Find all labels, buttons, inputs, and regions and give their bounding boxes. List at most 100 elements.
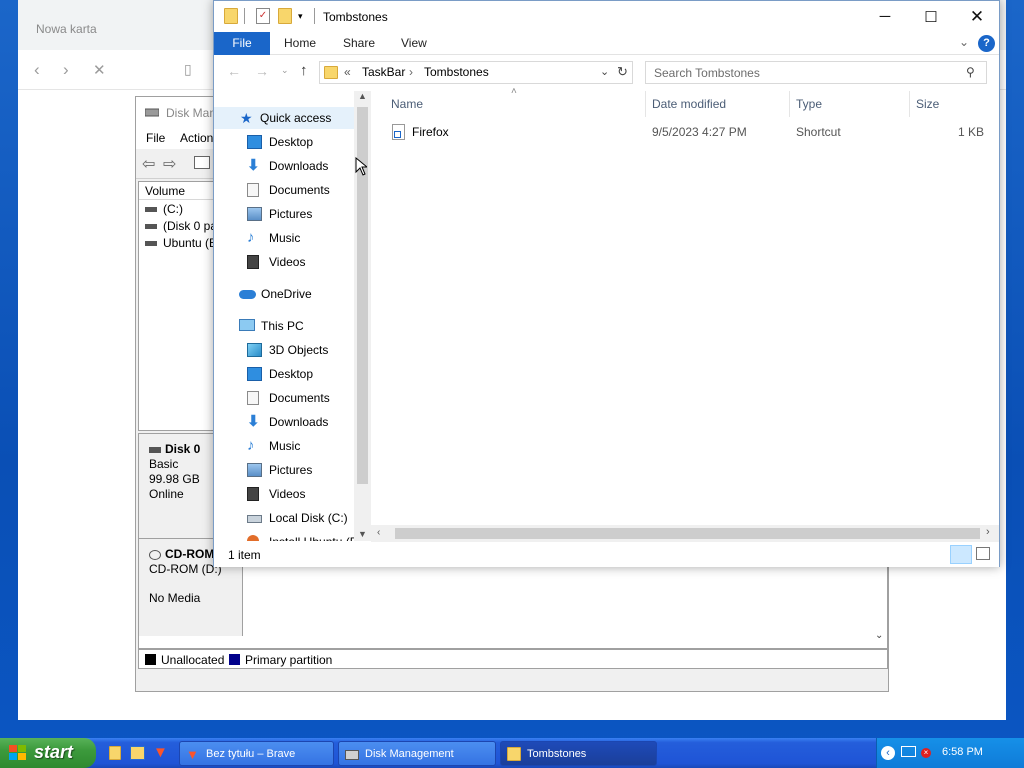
address-bar[interactable]: « TaskBar › Tombstones ⌄ ↻	[319, 61, 633, 84]
new-folder-icon[interactable]	[278, 8, 292, 24]
start-button[interactable]: start	[0, 738, 96, 768]
taskbar-disk-management[interactable]: Disk Management	[338, 741, 496, 766]
menu-action[interactable]: Action	[180, 131, 213, 145]
network-icon[interactable]	[901, 746, 916, 757]
disk-management-title: Disk Man	[166, 106, 217, 120]
properties-icon[interactable]	[194, 156, 210, 169]
minimize-button[interactable]: ─	[862, 1, 908, 32]
help-icon[interactable]: ?	[978, 35, 995, 52]
volume-column-header[interactable]: Volume	[145, 184, 185, 198]
clock[interactable]: 6:58 PM	[942, 746, 983, 758]
drive-icon	[145, 207, 157, 213]
maximize-button[interactable]: ☐	[908, 1, 954, 32]
breadcrumb-taskbar[interactable]: TaskBar	[362, 65, 405, 79]
large-icons-view-icon[interactable]	[976, 547, 990, 560]
file-explorer-window: ✓ ▾ Tombstones ─ ☐ ✕ File Home Share Vie…	[213, 0, 1000, 567]
navigation-pane: ★ Quick access Desktop 📌 ⬇ Downloads 📌 D…	[214, 91, 370, 541]
ribbon-tabs: File Home Share View ⌄ ?	[214, 32, 999, 55]
legend-unallocated: Unallocated	[161, 653, 225, 667]
quick-launch-brave-icon[interactable]: ▼	[153, 744, 168, 761]
refresh-icon[interactable]: ↻	[617, 64, 628, 80]
properties-icon[interactable]: ✓	[256, 8, 270, 24]
address-dropdown-icon[interactable]: ⌄	[600, 65, 609, 78]
videos-icon	[247, 255, 259, 269]
pictures-icon	[247, 207, 262, 221]
tab-share[interactable]: Share	[343, 32, 375, 55]
ubuntu-drive-icon	[247, 535, 259, 541]
column-separator[interactable]	[789, 91, 790, 117]
bookmark-icon[interactable]: ▯	[184, 61, 192, 78]
horizontal-scrollbar[interactable]: ‹ ›	[371, 525, 999, 542]
shortcut-icon	[392, 124, 405, 140]
column-separator[interactable]	[645, 91, 646, 117]
customize-quick-access-icon[interactable]: ▾	[298, 11, 303, 22]
volume-name: Ubuntu (E:	[163, 236, 221, 250]
tab-file[interactable]: File	[214, 32, 270, 55]
folder-icon	[507, 747, 521, 761]
nav-quick-access[interactable]: ★ Quick access	[214, 107, 354, 129]
column-type[interactable]: Type	[796, 97, 822, 111]
taskbar-tombstones[interactable]: Tombstones	[500, 741, 657, 766]
disk-icon	[345, 750, 359, 760]
separator	[244, 8, 245, 24]
quick-launch-folder-icon[interactable]	[109, 746, 121, 760]
folder-icon	[224, 8, 238, 24]
system-tray: ‹ × 6:58 PM	[876, 738, 1024, 768]
back-icon[interactable]: ‹	[34, 60, 40, 80]
taskbar-brave[interactable]: ▼ Bez tytułu – Brave	[179, 741, 334, 766]
music-icon: ♪	[247, 229, 255, 246]
recent-locations-icon[interactable]: ⌄	[281, 65, 289, 76]
volume-name: (C:)	[163, 202, 183, 216]
scrollbar-thumb[interactable]	[395, 528, 980, 539]
column-date-modified[interactable]: Date modified	[652, 97, 726, 111]
up-arrow-icon[interactable]: ↑	[300, 62, 308, 79]
address-overflow[interactable]: «	[344, 65, 351, 79]
quick-launch-explorer-icon[interactable]	[130, 746, 145, 760]
back-icon[interactable]: ←	[227, 63, 241, 79]
explorer-titlebar[interactable]: ✓ ▾ Tombstones ─ ☐ ✕	[214, 1, 999, 32]
browser-tab-title[interactable]: Nowa karta	[36, 22, 97, 36]
back-arrow-icon[interactable]: ⇦	[142, 154, 155, 174]
close-button[interactable]: ✕	[954, 1, 1000, 32]
start-label: start	[34, 742, 74, 762]
volume-row[interactable]: (Disk 0 par	[145, 219, 221, 233]
tab-view[interactable]: View	[401, 32, 427, 55]
tab-home[interactable]: Home	[284, 32, 316, 55]
scroll-down-icon[interactable]: ▼	[358, 529, 367, 539]
volume-row[interactable]: Ubuntu (E:	[145, 236, 220, 250]
scroll-down-icon[interactable]: ⌄	[875, 630, 883, 641]
file-size: 1 KB	[958, 125, 985, 139]
breadcrumb-tombstones[interactable]: Tombstones	[424, 65, 489, 79]
expand-ribbon-icon[interactable]: ⌄	[959, 35, 969, 49]
music-icon: ♪	[247, 437, 255, 454]
document-icon	[247, 391, 259, 405]
scroll-left-icon[interactable]: ‹	[377, 527, 380, 538]
file-name: Firefox	[412, 125, 449, 139]
cd-icon	[149, 549, 161, 560]
stop-icon[interactable]: ✕	[93, 61, 106, 79]
column-separator[interactable]	[909, 91, 910, 117]
brave-icon: ▼	[186, 747, 199, 762]
volume-row[interactable]: (C:)	[145, 202, 183, 216]
details-view-icon[interactable]	[950, 545, 972, 564]
show-hidden-icons-icon[interactable]: ‹	[881, 746, 895, 760]
item-count: 1 item	[228, 548, 261, 562]
videos-icon	[247, 487, 259, 501]
volume-muted-icon[interactable]: ×	[921, 748, 931, 758]
forward-icon[interactable]: ›	[63, 60, 69, 80]
forward-arrow-icon[interactable]: ⇨	[163, 154, 176, 174]
scroll-right-icon[interactable]: ›	[986, 526, 990, 538]
column-name[interactable]: Name	[391, 97, 423, 111]
folder-icon	[324, 66, 338, 79]
search-input[interactable]: Search Tombstones ⚲	[645, 61, 987, 84]
sort-ascending-icon: ˄	[511, 86, 517, 97]
scroll-up-icon[interactable]: ▲	[358, 91, 367, 101]
file-row[interactable]: Firefox 9/5/2023 4:27 PM Shortcut 1 KB	[385, 121, 985, 143]
forward-icon[interactable]: →	[255, 63, 269, 79]
file-date: 9/5/2023 4:27 PM	[652, 125, 747, 139]
menu-file[interactable]: File	[146, 131, 165, 145]
drive-icon	[145, 241, 157, 247]
status-bar: 1 item	[214, 542, 999, 567]
search-placeholder: Search Tombstones	[654, 66, 760, 80]
column-size[interactable]: Size	[916, 97, 939, 111]
